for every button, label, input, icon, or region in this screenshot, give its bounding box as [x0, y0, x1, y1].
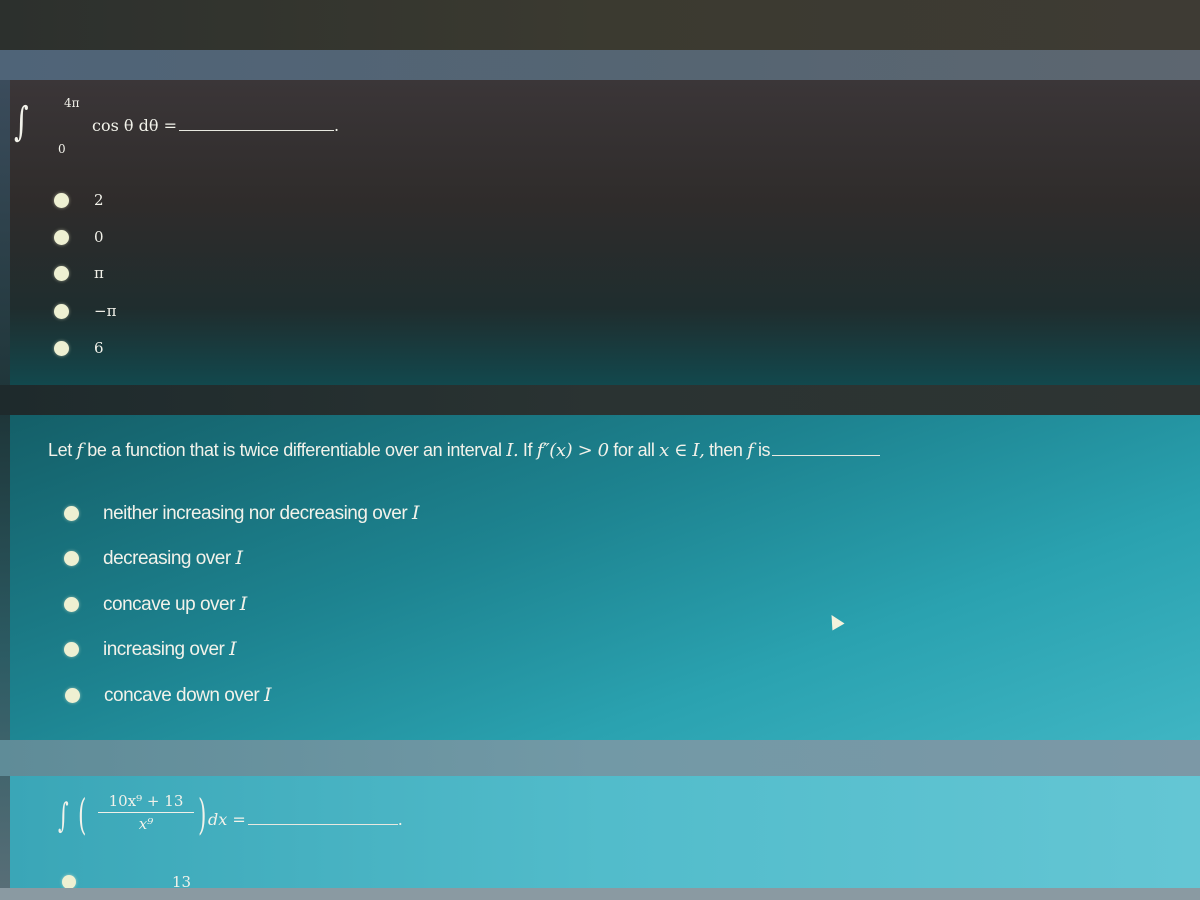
option-text: decreasing over: [103, 548, 236, 569]
integral-expression: cos θ dθ =.: [92, 116, 339, 135]
right-parenthesis: ): [198, 790, 207, 839]
option-label: neither increasing nor decreasing over I: [103, 502, 419, 525]
option-text: neither increasing nor decreasing over: [103, 503, 412, 524]
stem-text: for all: [608, 440, 660, 460]
math-var-interval: I.: [506, 440, 519, 461]
q2-option-1[interactable]: neither increasing nor decreasing over I: [64, 502, 419, 525]
radio-button[interactable]: [64, 597, 79, 612]
q1-option-3[interactable]: π: [54, 264, 104, 282]
q2-option-4[interactable]: increasing over I: [64, 638, 237, 661]
math-second-derivative: f″(x) > 0: [536, 440, 609, 461]
integrand: cos θ dθ: [92, 116, 159, 135]
radio-button[interactable]: [54, 303, 69, 319]
answer-blank: [247, 811, 398, 825]
option-text: increasing over: [103, 639, 230, 660]
option-text: concave down over: [104, 685, 264, 706]
radio-button[interactable]: [64, 551, 79, 566]
denominator: x⁹: [138, 815, 154, 833]
q1-option-1[interactable]: 2: [54, 191, 104, 209]
answer-blank: [178, 117, 334, 131]
option-label: π: [94, 264, 104, 282]
period: .: [333, 116, 340, 135]
radio-button[interactable]: [54, 229, 69, 245]
stem-text: be a function that is twice differentiab…: [82, 440, 507, 460]
stem-text: then: [704, 440, 748, 460]
math-var-interval: I: [264, 684, 272, 706]
q1-option-2[interactable]: 0: [54, 228, 104, 246]
radio-button[interactable]: [62, 875, 76, 889]
radio-button[interactable]: [54, 340, 69, 356]
option-label: 2: [94, 191, 104, 209]
q1-option-5[interactable]: 6: [54, 339, 104, 357]
radio-button[interactable]: [64, 642, 79, 657]
radio-button[interactable]: [65, 688, 80, 703]
math-var-interval: I: [411, 502, 420, 524]
equals-sign: =: [163, 116, 177, 135]
math-var-interval: I: [235, 547, 243, 569]
q2-option-2[interactable]: decreasing over I: [64, 547, 243, 570]
integral-upper-limit: 4π: [64, 96, 80, 110]
option-label: −π: [94, 302, 117, 320]
card-separator: [0, 740, 1200, 776]
question-1-stem: ∫ 4π 0 cos θ dθ =.: [14, 96, 414, 156]
differential: dx: [208, 810, 228, 829]
equals-sign: =: [232, 810, 246, 829]
q2-option-3[interactable]: concave up over I: [64, 593, 247, 616]
option-text: concave up over: [103, 594, 240, 615]
radio-button[interactable]: [54, 265, 69, 281]
math-var-interval: I: [239, 593, 248, 615]
stem-text: If: [518, 440, 537, 460]
page-header-strip: [0, 50, 1200, 80]
option-label: 6: [94, 339, 104, 357]
integral-lower-limit: 0: [58, 142, 66, 156]
option-label: decreasing over I: [103, 547, 243, 570]
stem-text: is: [753, 440, 771, 460]
math-var-interval: I: [229, 638, 237, 660]
fraction: 10x⁹ + 13 x⁹: [98, 792, 194, 833]
integral-symbol: ∫: [14, 99, 29, 145]
integral-symbol: ∫: [58, 796, 69, 836]
radio-button[interactable]: [64, 506, 79, 521]
stem-text: Let: [48, 440, 77, 460]
option-label: concave down over I: [104, 684, 272, 707]
numerator: 10x⁹ + 13: [98, 792, 194, 813]
q1-option-4[interactable]: −π: [54, 302, 116, 320]
math-condition: x ∈ I,: [659, 440, 705, 461]
option-label: concave up over I: [103, 593, 247, 616]
left-parenthesis: (: [78, 790, 87, 839]
card-separator: [0, 385, 1200, 415]
question-3-stem: ∫ ( 10x⁹ + 13 x⁹ ) dx =.: [58, 790, 458, 850]
period: .: [397, 810, 403, 829]
question-2-stem: Let f be a function that is twice differ…: [48, 440, 881, 461]
radio-button[interactable]: [54, 192, 69, 208]
integral-tail: dx =.: [208, 810, 403, 829]
q2-option-5[interactable]: concave down over I: [65, 684, 272, 707]
option-label: 0: [94, 228, 104, 246]
option-label: increasing over I: [103, 638, 237, 661]
monitor-bezel-top: [0, 0, 1200, 50]
page-bottom-strip: [0, 888, 1200, 900]
page-left-edge: [0, 80, 10, 900]
answer-blank: [772, 440, 881, 456]
